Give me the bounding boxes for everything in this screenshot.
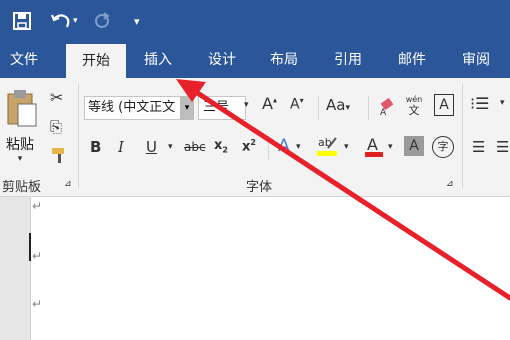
annotation-arrow — [176, 79, 510, 301]
